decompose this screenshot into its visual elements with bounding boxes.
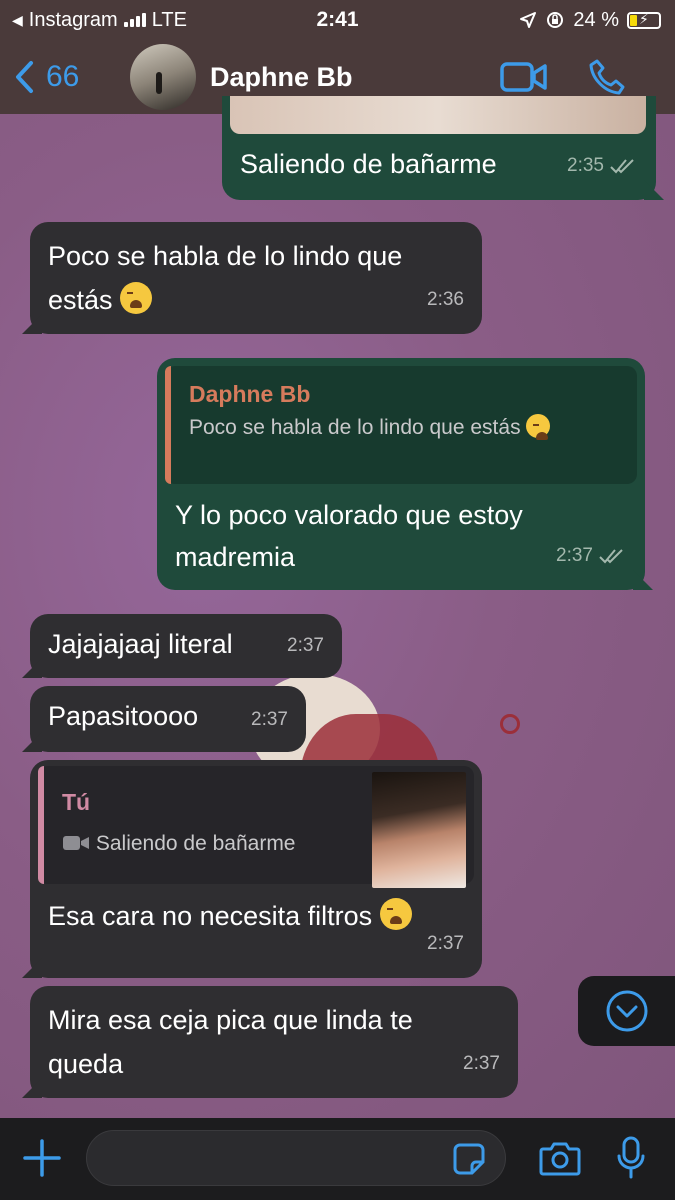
battery-percent: 24 % <box>573 8 619 31</box>
double-check-icon <box>610 159 634 174</box>
message-time: 2:37 <box>427 933 464 954</box>
back-triangle-icon: ◀ <box>12 11 23 28</box>
contact-name[interactable]: Daphne Bb <box>210 62 500 93</box>
phone-call-icon[interactable] <box>588 58 626 96</box>
unread-count: 66 <box>46 60 80 93</box>
message-text: Poco se habla de lo lindo que <box>48 241 403 271</box>
back-to-app[interactable]: ◀ Instagram LTE <box>12 9 242 32</box>
quote-text: Saliendo de bañarme <box>95 832 296 855</box>
message-time: 2:37 <box>251 709 288 730</box>
quote-thumbnail <box>372 772 466 888</box>
message-bubble-incoming[interactable]: Mira esa ceja pica que linda te queda 2:… <box>22 986 518 1098</box>
video-icon <box>63 836 89 850</box>
image-preview[interactable] <box>230 96 646 134</box>
contact-avatar[interactable] <box>130 44 196 110</box>
message-text: Esa cara no necesita filtros <box>48 901 373 931</box>
message-text: Y lo poco valorado que estoy <box>175 500 523 530</box>
video-call-icon[interactable] <box>500 60 548 94</box>
double-check-icon <box>599 549 623 564</box>
battery-icon: ⚡ <box>627 11 661 29</box>
message-text: Saliendo de bañarme <box>240 149 497 179</box>
quote-author: Daphne Bb <box>189 381 311 407</box>
status-bar: ◀ Instagram LTE 2:41 24 % ⚡ <box>0 0 675 40</box>
reply-quote[interactable]: Tú Saliendo de bañarme <box>38 766 474 888</box>
crying-face-icon <box>526 414 551 440</box>
crying-face-icon <box>120 282 153 314</box>
back-button[interactable]: 66 <box>14 60 124 94</box>
back-app-label: Instagram <box>28 8 118 31</box>
message-time: 2:36 <box>427 289 464 310</box>
sticker-icon[interactable] <box>452 1142 486 1176</box>
message-time: 2:35 <box>567 144 638 188</box>
add-attachment-icon[interactable] <box>22 1138 62 1178</box>
signal-icon <box>123 13 146 27</box>
message-text: Mira esa ceja pica que linda te <box>48 1005 413 1035</box>
message-time: 2:37 <box>287 635 324 656</box>
chevron-left-icon <box>16 61 33 93</box>
camera-icon[interactable] <box>539 1140 581 1176</box>
message-bubble-incoming[interactable]: Jajajajaaj literal 2:37 <box>22 614 342 678</box>
message-time: 2:37 <box>556 534 627 578</box>
message-bubble-incoming[interactable]: Tú Saliendo de bañarme Esa cara no neces… <box>22 760 482 978</box>
wallpaper-art <box>500 714 520 734</box>
message-bubble-outgoing[interactable]: Daphne Bb Poco se habla de lo lindo que … <box>157 358 653 590</box>
time-label: 2:35 <box>567 155 604 176</box>
microphone-icon[interactable] <box>616 1136 646 1180</box>
reply-quote[interactable]: Daphne Bb Poco se habla de lo lindo que … <box>165 366 637 484</box>
message-bubble-outgoing[interactable]: Saliendo de bañarme 2:35 <box>222 96 664 200</box>
network-label: LTE <box>151 8 187 31</box>
message-bubble-incoming[interactable]: Poco se habla de lo lindo que estás 2:36 <box>22 222 482 334</box>
message-text: estás <box>48 285 113 315</box>
message-input[interactable] <box>86 1130 506 1186</box>
location-icon <box>520 12 537 28</box>
message-text: Papasitoooo <box>48 701 199 731</box>
message-time: 2:37 <box>463 1053 500 1074</box>
crying-face-icon <box>379 898 412 930</box>
quote-text: Poco se habla de lo lindo que estás <box>189 416 521 439</box>
scroll-to-bottom-button[interactable] <box>578 976 675 1046</box>
message-text: queda <box>48 1049 124 1079</box>
message-bubble-incoming[interactable]: Papasitoooo 2:37 <box>22 686 306 752</box>
rotation-lock-icon <box>547 12 564 28</box>
chevron-down-icon <box>606 990 647 1032</box>
message-text: Jajajajaaj literal <box>48 629 233 659</box>
composer-bar <box>0 1118 675 1200</box>
time-label: 2:37 <box>556 545 593 566</box>
